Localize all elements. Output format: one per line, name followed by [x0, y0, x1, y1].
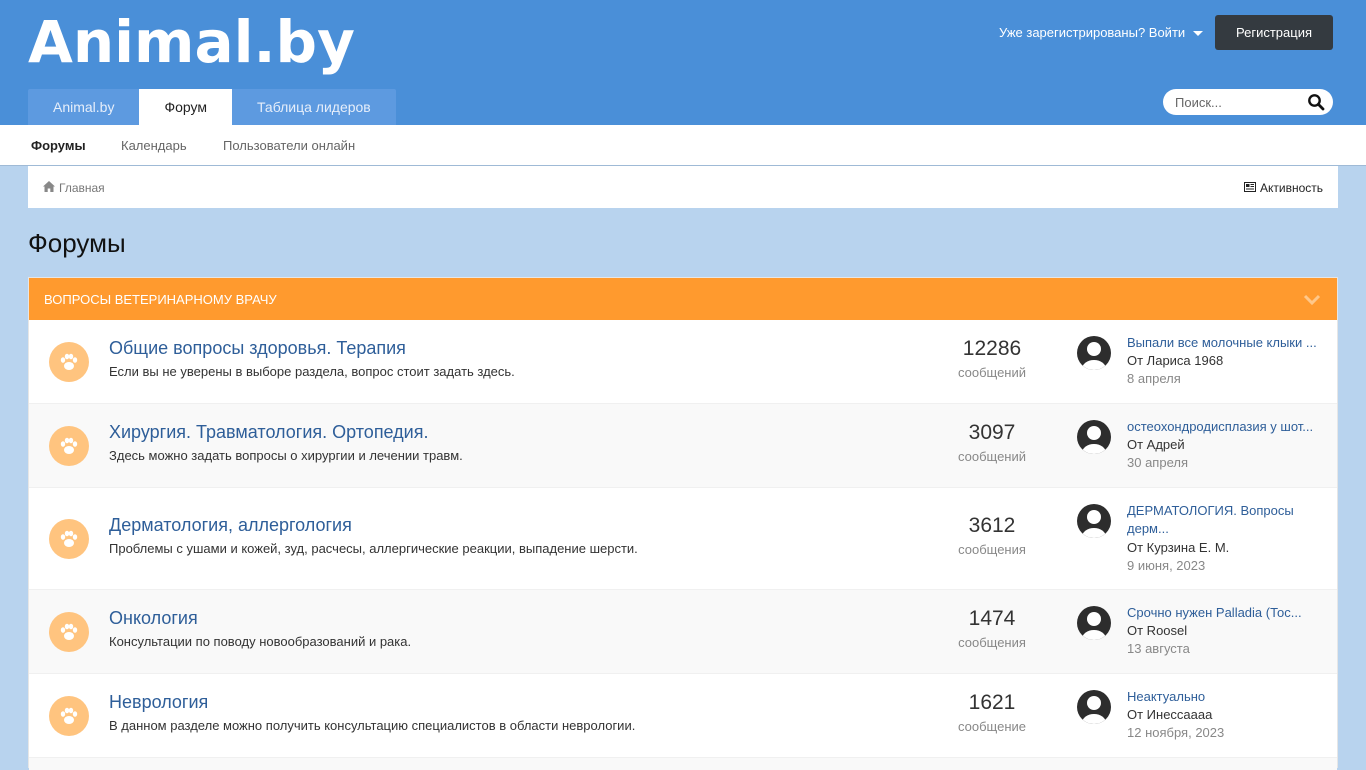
- post-count: 3612: [968, 514, 1016, 537]
- forum-description: Проблемы с ушами и кожей, зуд, расчесы, …: [109, 541, 638, 556]
- tab-leaderboard[interactable]: Таблица лидеров: [232, 89, 396, 125]
- avatar[interactable]: [1077, 420, 1111, 454]
- paw-icon: [49, 342, 89, 382]
- last-post-title[interactable]: Срочно нужен Palladia (Тос...: [1127, 604, 1317, 622]
- subnav-forums[interactable]: Форумы: [31, 138, 86, 153]
- breadcrumb-home-label: Главная: [59, 181, 105, 195]
- sign-in-label: Уже зарегистрированы? Войти: [999, 25, 1186, 40]
- post-count-label: сообщений: [957, 449, 1027, 464]
- last-post-author: От Инессаааа: [1127, 707, 1213, 722]
- section-header: ВОПРОСЫ ВЕТЕРИНАРНОМУ ВРАЧУ: [29, 278, 1337, 320]
- forum-description: Консультации по поводу новообразований и…: [109, 634, 412, 649]
- forum-title[interactable]: Хирургия. Травматология. Ортопедия.: [109, 422, 428, 443]
- post-count: 3097: [968, 421, 1016, 444]
- paw-icon: [49, 612, 89, 652]
- last-post-author: От Roosel: [1127, 623, 1188, 638]
- paw-icon: [49, 696, 89, 736]
- forum-section: ВОПРОСЫ ВЕТЕРИНАРНОМУ ВРАЧУ Общие вопрос…: [28, 277, 1338, 770]
- forum-description: Здесь можно задать вопросы о хирургии и …: [109, 448, 463, 463]
- tab-animal-by[interactable]: Animal.by: [28, 89, 139, 125]
- subnav-calendar[interactable]: Календарь: [121, 138, 187, 153]
- post-count-label: сообщений: [957, 365, 1027, 380]
- last-post-author: От Лариса 1968: [1127, 353, 1224, 368]
- forum-row: Дерматология, аллергология Проблемы с уш…: [29, 488, 1337, 590]
- section-title[interactable]: ВОПРОСЫ ВЕТЕРИНАРНОМУ ВРАЧУ: [44, 292, 277, 307]
- forum-row: Неврология В данном разделе можно получи…: [29, 674, 1337, 758]
- post-count: 1474: [968, 607, 1016, 630]
- forum-title[interactable]: Общие вопросы здоровья. Терапия: [109, 338, 406, 359]
- last-post-date: 13 августа: [1127, 641, 1190, 656]
- last-post-author: От Курзина Е. М.: [1127, 540, 1230, 555]
- post-count-label: сообщение: [957, 719, 1026, 734]
- post-count-label: сообщения: [958, 635, 1026, 650]
- last-post-title[interactable]: остеохондродисплазия у шот...: [1127, 418, 1317, 436]
- forum-title[interactable]: Дерматология, аллергология: [109, 515, 352, 536]
- last-post-date: 9 июня, 2023: [1127, 558, 1206, 573]
- last-post-title[interactable]: ДЕРМАТОЛОГИЯ. Вопросы дерм...: [1127, 502, 1317, 538]
- post-count-label: сообщения: [958, 542, 1026, 557]
- paw-icon: [49, 426, 89, 466]
- avatar[interactable]: [1077, 504, 1111, 538]
- breadcrumb: Главная Активность: [28, 166, 1338, 208]
- last-post-date: 8 апреля: [1127, 371, 1181, 386]
- subnav-online-users[interactable]: Пользователи онлайн: [223, 138, 355, 153]
- sub-navigation: Форумы Календарь Пользователи онлайн: [0, 125, 1366, 166]
- forum-description: Если вы не уверены в выборе раздела, воп…: [109, 364, 515, 379]
- main-tabs: Animal.by Форум Таблица лидеров: [28, 89, 396, 125]
- forum-title[interactable]: Онкология: [109, 608, 198, 629]
- forum-title[interactable]: Неврология: [109, 692, 208, 713]
- forum-description: В данном разделе можно получить консульт…: [109, 718, 636, 733]
- activity-link[interactable]: Активность: [1243, 181, 1323, 195]
- search-icon[interactable]: [1307, 93, 1325, 111]
- last-post-author: От Адрей: [1127, 437, 1185, 452]
- avatar[interactable]: [1077, 690, 1111, 724]
- forum-row: [29, 758, 1337, 770]
- avatar[interactable]: [1077, 606, 1111, 640]
- last-post-title[interactable]: Выпали все молочные клыки ...: [1127, 334, 1317, 352]
- avatar[interactable]: [1077, 336, 1111, 370]
- forum-row: Общие вопросы здоровья. Терапия Если вы …: [29, 320, 1337, 404]
- forum-row: Хирургия. Травматология. Ортопедия. Здес…: [29, 404, 1337, 488]
- post-count: 12286: [962, 337, 1022, 360]
- search-input[interactable]: [1175, 94, 1303, 110]
- post-count: 1621: [968, 691, 1016, 714]
- tab-forum[interactable]: Форум: [139, 89, 232, 125]
- home-icon: [43, 181, 55, 195]
- activity-label: Активность: [1259, 181, 1323, 195]
- site-logo[interactable]: Animal.by: [28, 4, 355, 80]
- page-title: Форумы: [28, 228, 126, 258]
- last-post-title[interactable]: Неактуально: [1127, 688, 1317, 706]
- forum-row: Онкология Консультации по поводу новообр…: [29, 590, 1337, 674]
- site-header: Animal.by Уже зарегистрированы? Войти Ре…: [0, 0, 1366, 125]
- caret-down-icon: [1193, 30, 1204, 36]
- register-button[interactable]: Регистрация: [1215, 15, 1333, 50]
- sign-in-link[interactable]: Уже зарегистрированы? Войти: [999, 25, 1204, 41]
- search-box: [1163, 89, 1333, 115]
- last-post-date: 30 апреля: [1127, 455, 1188, 470]
- paw-icon: [49, 519, 89, 559]
- chevron-down-icon[interactable]: [1303, 290, 1321, 308]
- last-post-date: 12 ноября, 2023: [1127, 725, 1225, 740]
- newspaper-icon: [1243, 181, 1256, 195]
- breadcrumb-home[interactable]: Главная: [43, 181, 105, 195]
